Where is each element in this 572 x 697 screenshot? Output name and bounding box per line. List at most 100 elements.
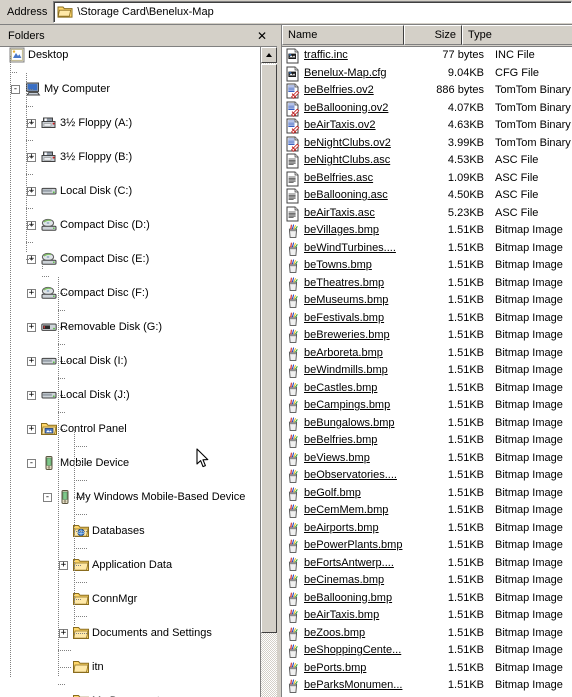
tree-item-my-computer[interactable]: - My Computer — [0, 81, 260, 98]
file-name[interactable]: beCemMem.bmp — [304, 504, 388, 516]
file-row[interactable]: beFortsAntwerp.... 1.51KB Bitmap Image — [282, 555, 572, 573]
file-row[interactable]: bePowerPlants.bmp 1.51KB Bitmap Image — [282, 537, 572, 555]
tree-item-local-disk-j[interactable]: + Local Disk (J:) — [0, 387, 260, 404]
file-row[interactable]: beTowns.bmp 1.51KB Bitmap Image — [282, 257, 572, 275]
expand-icon[interactable]: + — [27, 357, 36, 366]
tree-scrollbar[interactable] — [260, 47, 277, 697]
address-input[interactable]: \Storage Card\Benelux-Map — [53, 1, 572, 23]
file-row[interactable]: beBelfries.bmp 1.51KB Bitmap Image — [282, 432, 572, 450]
file-name[interactable]: bePorts.bmp — [304, 662, 366, 674]
file-row[interactable]: beWindmills.bmp 1.51KB Bitmap Image — [282, 362, 572, 380]
file-name[interactable]: beTowns.bmp — [304, 259, 372, 271]
expand-icon[interactable]: + — [27, 323, 36, 332]
file-name[interactable]: beAirTaxis.bmp — [304, 609, 379, 621]
tree-item-compact-disc-e[interactable]: +Compact Disc (E:) — [0, 251, 260, 268]
file-row[interactable]: traffic.inc 77 bytes INC File — [282, 47, 572, 65]
file-row[interactable]: beShoppingCente... 1.51KB Bitmap Image — [282, 642, 572, 660]
file-row[interactable]: beBallooning.ov2 4.07KB TomTom Binary — [282, 100, 572, 118]
file-name[interactable]: beZoos.bmp — [304, 627, 365, 639]
tree-item-compact-disc-f[interactable]: + Compact Disc (F:) — [0, 285, 260, 302]
tree-item-itn[interactable]: itn — [0, 659, 260, 676]
expand-icon[interactable]: + — [59, 629, 68, 638]
tree-item-3-floppy-a[interactable]: +3½ Floppy (A:) — [0, 115, 260, 132]
file-name[interactable]: beShoppingCente... — [304, 644, 401, 656]
file-name[interactable]: beNightClubs.ov2 — [304, 137, 391, 149]
file-name[interactable]: beCinemas.bmp — [304, 574, 384, 586]
file-row[interactable]: beTheatres.bmp 1.51KB Bitmap Image — [282, 275, 572, 293]
file-name[interactable]: beTheatres.bmp — [304, 277, 384, 289]
file-row[interactable]: beAirports.bmp 1.51KB Bitmap Image — [282, 520, 572, 538]
file-row[interactable]: beCemMem.bmp 1.51KB Bitmap Image — [282, 502, 572, 520]
file-name[interactable]: beFortsAntwerp.... — [304, 557, 394, 569]
file-name[interactable]: beObservatories.... — [304, 469, 397, 481]
file-row[interactable]: beBreweries.bmp 1.51KB Bitmap Image — [282, 327, 572, 345]
expand-icon[interactable]: + — [27, 425, 36, 434]
scroll-thumb[interactable] — [261, 64, 277, 633]
tree-item-3-floppy-b[interactable]: +3½ Floppy (B:) — [0, 149, 260, 166]
file-row[interactable]: beBungalows.bmp 1.51KB Bitmap Image — [282, 415, 572, 433]
tree-item-local-disk-i[interactable]: + Local Disk (I:) — [0, 353, 260, 370]
file-name[interactable]: traffic.inc — [304, 49, 348, 61]
tree-item-local-disk-c[interactable]: +Local Disk (C:) — [0, 183, 260, 200]
file-row[interactable]: beBallooning.bmp 1.51KB Bitmap Image — [282, 590, 572, 608]
file-row[interactable]: beZoos.bmp 1.51KB Bitmap Image — [282, 625, 572, 643]
file-name[interactable]: beBallooning.asc — [304, 189, 388, 201]
tree-item-documents-and-settings[interactable]: + Documents and Settings — [0, 625, 260, 642]
file-name[interactable]: beAirTaxis.asc — [304, 207, 375, 219]
file-name[interactable]: beCastles.bmp — [304, 382, 377, 394]
file-name[interactable]: beBallooning.bmp — [304, 592, 392, 604]
file-name[interactable]: beWindmills.bmp — [304, 364, 388, 376]
folder-tree[interactable]: Desktop -My Computer +3½ Floppy (A:) +3½ Fl… — [0, 47, 260, 697]
tree-item-compact-disc-d[interactable]: +Compact Disc (D:) — [0, 217, 260, 234]
file-row[interactable]: beAirTaxis.asc 5.23KB ASC File — [282, 205, 572, 223]
file-row[interactable]: beNightClubs.asc 4.53KB ASC File — [282, 152, 572, 170]
file-row[interactable]: beCinemas.bmp 1.51KB Bitmap Image — [282, 572, 572, 590]
file-row[interactable]: beNightClubs.ov2 3.99KB TomTom Binary — [282, 135, 572, 153]
column-header-type[interactable]: Type — [462, 25, 572, 45]
collapse-icon[interactable]: - — [27, 459, 36, 468]
file-row[interactable]: beBelfries.ov2 886 bytes TomTom Binary — [282, 82, 572, 100]
column-header-size[interactable]: Size — [404, 25, 462, 45]
file-row[interactable]: bePorts.bmp 1.51KB Bitmap Image — [282, 660, 572, 678]
file-row[interactable]: beCastles.bmp 1.51KB Bitmap Image — [282, 380, 572, 398]
file-name[interactable]: beGolf.bmp — [304, 487, 361, 499]
file-row[interactable]: beViews.bmp 1.51KB Bitmap Image — [282, 450, 572, 468]
collapse-icon[interactable]: - — [11, 85, 20, 94]
file-name[interactable]: beParksMonumen... — [304, 679, 402, 691]
file-name[interactable]: beBungalows.bmp — [304, 417, 395, 429]
tree-item-my-documents[interactable]: +My Documents — [0, 693, 260, 697]
file-name[interactable]: beBelfries.ov2 — [304, 84, 374, 96]
file-name[interactable]: beCampings.bmp — [304, 399, 390, 411]
tree-item-desktop[interactable]: Desktop — [0, 47, 260, 64]
file-name[interactable]: bePowerPlants.bmp — [304, 539, 402, 551]
file-row[interactable]: beAirTaxis.bmp 1.51KB Bitmap Image — [282, 607, 572, 625]
file-name[interactable]: beAirports.bmp — [304, 522, 379, 534]
file-name[interactable]: beBallooning.ov2 — [304, 102, 388, 114]
file-row[interactable]: beBelfries.asc 1.09KB ASC File — [282, 170, 572, 188]
expand-icon[interactable]: + — [27, 391, 36, 400]
file-row[interactable]: beParksMonumen... 1.51KB Bitmap Image — [282, 677, 572, 695]
file-list-rows[interactable]: traffic.inc 77 bytes INC File Benelux-Map.c… — [282, 47, 572, 697]
file-name[interactable]: beVillages.bmp — [304, 224, 379, 236]
file-row[interactable]: beMuseums.bmp 1.51KB Bitmap Image — [282, 292, 572, 310]
collapse-icon[interactable]: - — [43, 493, 52, 502]
file-name[interactable]: beBelfries.asc — [304, 172, 373, 184]
file-row[interactable]: Benelux-Map.cfg 9.04KB CFG File — [282, 65, 572, 83]
column-header-name[interactable]: Name — [282, 25, 404, 45]
file-name[interactable]: beFestivals.bmp — [304, 312, 384, 324]
file-name[interactable]: beBreweries.bmp — [304, 329, 390, 341]
file-name[interactable]: beNightClubs.asc — [304, 154, 390, 166]
file-row[interactable]: beWindTurbines.... 1.51KB Bitmap Image — [282, 240, 572, 258]
expand-icon[interactable]: + — [59, 561, 68, 570]
file-row[interactable]: beFestivals.bmp 1.51KB Bitmap Image — [282, 310, 572, 328]
file-row[interactable]: beBallooning.asc 4.50KB ASC File — [282, 187, 572, 205]
file-row[interactable]: beObservatories.... 1.51KB Bitmap Image — [282, 467, 572, 485]
file-row[interactable]: beVillages.bmp 1.51KB Bitmap Image — [282, 222, 572, 240]
file-row[interactable]: beAirTaxis.ov2 4.63KB TomTom Binary — [282, 117, 572, 135]
tree-item-my-windows-mobile-based-device[interactable]: - My Windows Mobile-Based Device — [0, 489, 260, 506]
file-name[interactable]: beBelfries.bmp — [304, 434, 377, 446]
tree-item-databases[interactable]: Databases — [0, 523, 260, 540]
file-row[interactable]: beCampings.bmp 1.51KB Bitmap Image — [282, 397, 572, 415]
file-name[interactable]: Benelux-Map.cfg — [304, 67, 387, 79]
tree-item-mobile-device[interactable]: - Mobile Device — [0, 455, 260, 472]
